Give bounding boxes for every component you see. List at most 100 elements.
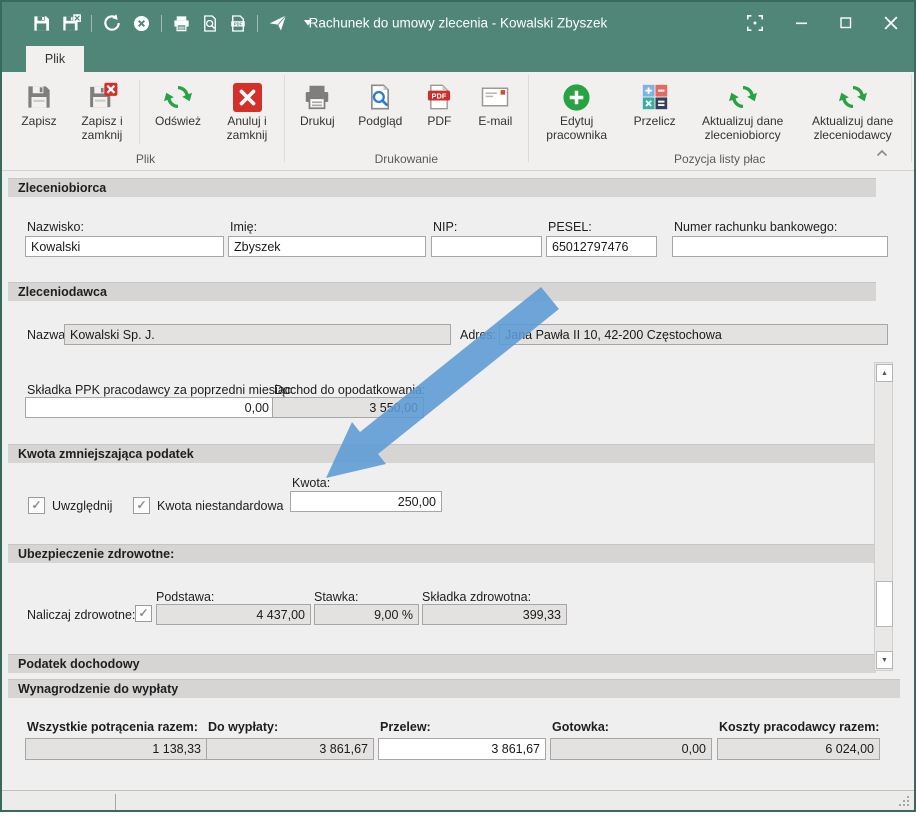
print-icon[interactable] — [172, 14, 191, 33]
ribbon: Zapisz Zapisz i zamknij Odśwież Anuluj i… — [2, 72, 914, 171]
nazwisko-label: Nazwisko: — [27, 220, 84, 234]
ribbon-group-drukowanie: Drukuj Podgląd PDF PDF E-mail Drukowanie — [287, 72, 525, 170]
pdf-label: PDF — [427, 115, 451, 129]
focus-icon[interactable] — [746, 14, 764, 32]
vertical-scrollbar[interactable]: ▲ ▼ — [874, 362, 893, 671]
skladka-ppk-label: Składka PPK pracodawcy za poprzedni mies… — [27, 383, 295, 397]
send-icon[interactable] — [268, 13, 288, 33]
numer-rachunku-field[interactable] — [672, 236, 888, 257]
anuluj-i-zamknij-button[interactable]: Anuluj i zamknij — [213, 77, 281, 144]
koszty-label: Koszty pracodawcy razem: — [719, 720, 879, 734]
pdf-icon: PDF — [425, 79, 453, 115]
cancel-icon[interactable] — [132, 14, 151, 33]
refresh-icon — [727, 79, 759, 115]
uwzglednij-checkbox[interactable]: ✓ — [28, 497, 45, 514]
nip-label: NIP: — [433, 220, 457, 234]
numer-rachunku-label: Numer rachunku bankowego: — [674, 220, 837, 234]
kwota-field[interactable] — [290, 491, 442, 512]
cancel-icon — [233, 79, 262, 115]
do-wyplaty-label: Do wypłaty: — [208, 720, 278, 734]
przelicz-button[interactable]: Przelicz — [622, 77, 688, 131]
imie-label: Imię: — [230, 220, 257, 234]
aktualizuj-zleceniodawcy-label: Aktualizuj dane zleceniodawcy — [803, 115, 903, 142]
naliczaj-zdrowotne-label: Naliczaj zdrowotne: — [27, 608, 135, 622]
statusbar-divider — [115, 794, 116, 812]
drukuj-button[interactable]: Drukuj — [287, 77, 347, 131]
koszty-field — [717, 738, 880, 760]
toolbar-separator — [257, 15, 258, 32]
stawka-label: Stawka: — [314, 590, 358, 604]
section-header-podatek-dochodowy[interactable]: Podatek dochodowy — [8, 654, 876, 673]
window-controls — [746, 2, 898, 44]
kwota-niestandardowa-label: Kwota niestandardowa — [157, 499, 283, 513]
plus-circle-icon — [561, 79, 592, 115]
section-header-kwota-zmniejszajaca: Kwota zmniejszająca podatek — [8, 444, 876, 463]
title-bar: PDF Rachunek do umowy zlecenia - Kowalsk… — [2, 2, 914, 44]
pdf-icon[interactable]: PDF — [229, 14, 247, 33]
svg-text:PDF: PDF — [234, 21, 243, 26]
imie-field[interactable] — [228, 236, 426, 257]
aktualizuj-zleceniodawcy-button[interactable]: Aktualizuj dane zleceniodawcy — [798, 77, 908, 144]
save-icon[interactable] — [32, 14, 51, 33]
potracenia-label: Wszystkie potrącenia razem: — [27, 720, 198, 734]
przelew-label: Przelew: — [380, 720, 431, 734]
nazwa-field — [64, 324, 451, 345]
odswiez-label: Odśwież — [155, 115, 201, 129]
save-icon — [24, 79, 54, 115]
print-icon — [302, 79, 332, 115]
odswiez-button[interactable]: Odśwież — [143, 77, 213, 131]
scrollbar-thumb[interactable] — [876, 581, 893, 627]
section-header-zleceniodawca: Zleceniodawca — [8, 282, 876, 301]
zapisz-i-zamknij-button[interactable]: Zapisz i zamknij — [68, 77, 136, 144]
save-close-icon[interactable] — [61, 14, 81, 33]
close-icon[interactable] — [884, 16, 898, 30]
edytuj-pracownika-button[interactable]: Edytuj pracownika — [532, 77, 622, 144]
anuluj-i-zamknij-label: Anuluj i zamknij — [218, 115, 276, 142]
dochod-field — [272, 397, 424, 418]
tab-plik[interactable]: Plik — [26, 46, 84, 72]
naliczaj-zdrowotne-checkbox[interactable]: ✓ — [135, 605, 152, 622]
tab-strip: Plik — [2, 44, 914, 72]
potracenia-field — [25, 738, 207, 760]
podstawa-field — [156, 604, 311, 625]
collapse-ribbon-icon[interactable] — [876, 144, 888, 162]
section-header-zdrowotne: Ubezpieczenie zdrowotne: — [8, 544, 876, 563]
kwota-niestandardowa-checkbox[interactable]: ✓ — [133, 497, 150, 514]
nip-field[interactable] — [431, 236, 542, 257]
refresh-icon[interactable] — [102, 13, 122, 33]
ribbon-group-label-drukowanie: Drukowanie — [287, 152, 525, 170]
pesel-field[interactable] — [546, 236, 657, 257]
section-header-wynagrodzenie: Wynagrodzenie do wypłaty — [8, 679, 900, 698]
przelew-field[interactable] — [378, 738, 546, 760]
preview-icon[interactable] — [201, 14, 219, 33]
email-button[interactable]: E-mail — [465, 77, 525, 131]
zapisz-button[interactable]: Zapisz — [10, 77, 68, 131]
section-header-zleceniobiorca: Zleceniobiorca — [8, 178, 876, 197]
podglad-label: Podgląd — [358, 115, 402, 129]
ribbon-group-label-plik: Plik — [10, 152, 281, 170]
window-title: Rachunek do umowy zlecenia - Kowalski Zb… — [309, 16, 608, 31]
scroll-up-button[interactable]: ▲ — [876, 364, 893, 382]
skladka-ppk-field[interactable] — [25, 397, 275, 418]
ribbon-group-pozycja: Edytuj pracownika Przelicz Aktualizuj da… — [532, 72, 908, 170]
adres-label: Adres: — [460, 328, 496, 342]
gotowka-label: Gotowka: — [552, 720, 609, 734]
ribbon-separator — [139, 80, 140, 144]
podstawa-label: Podstawa: — [156, 590, 214, 604]
dochod-label: Dochod do opodatkowania: — [274, 383, 426, 397]
form-content: Zleceniobiorca Nazwisko: Imię: NIP: PESE… — [2, 171, 914, 790]
resize-grip[interactable] — [899, 794, 910, 812]
app-window: PDF Rachunek do umowy zlecenia - Kowalsk… — [0, 0, 916, 812]
aktualizuj-zleceniobiorcy-button[interactable]: Aktualizuj dane zleceniobiorcy — [688, 77, 798, 144]
maximize-icon[interactable] — [840, 17, 852, 29]
podglad-button[interactable]: Podgląd — [347, 77, 413, 131]
pdf-button[interactable]: PDF PDF — [413, 77, 465, 131]
nazwisko-field[interactable] — [25, 236, 224, 257]
zapisz-label: Zapisz — [21, 115, 56, 129]
pesel-label: PESEL: — [548, 220, 592, 234]
ribbon-group-plik: Zapisz Zapisz i zamknij Odśwież Anuluj i… — [10, 72, 281, 170]
scroll-down-button[interactable]: ▼ — [876, 651, 893, 669]
email-icon — [480, 79, 510, 115]
minimize-icon[interactable] — [796, 17, 808, 29]
kwota-label: Kwota: — [292, 476, 330, 490]
